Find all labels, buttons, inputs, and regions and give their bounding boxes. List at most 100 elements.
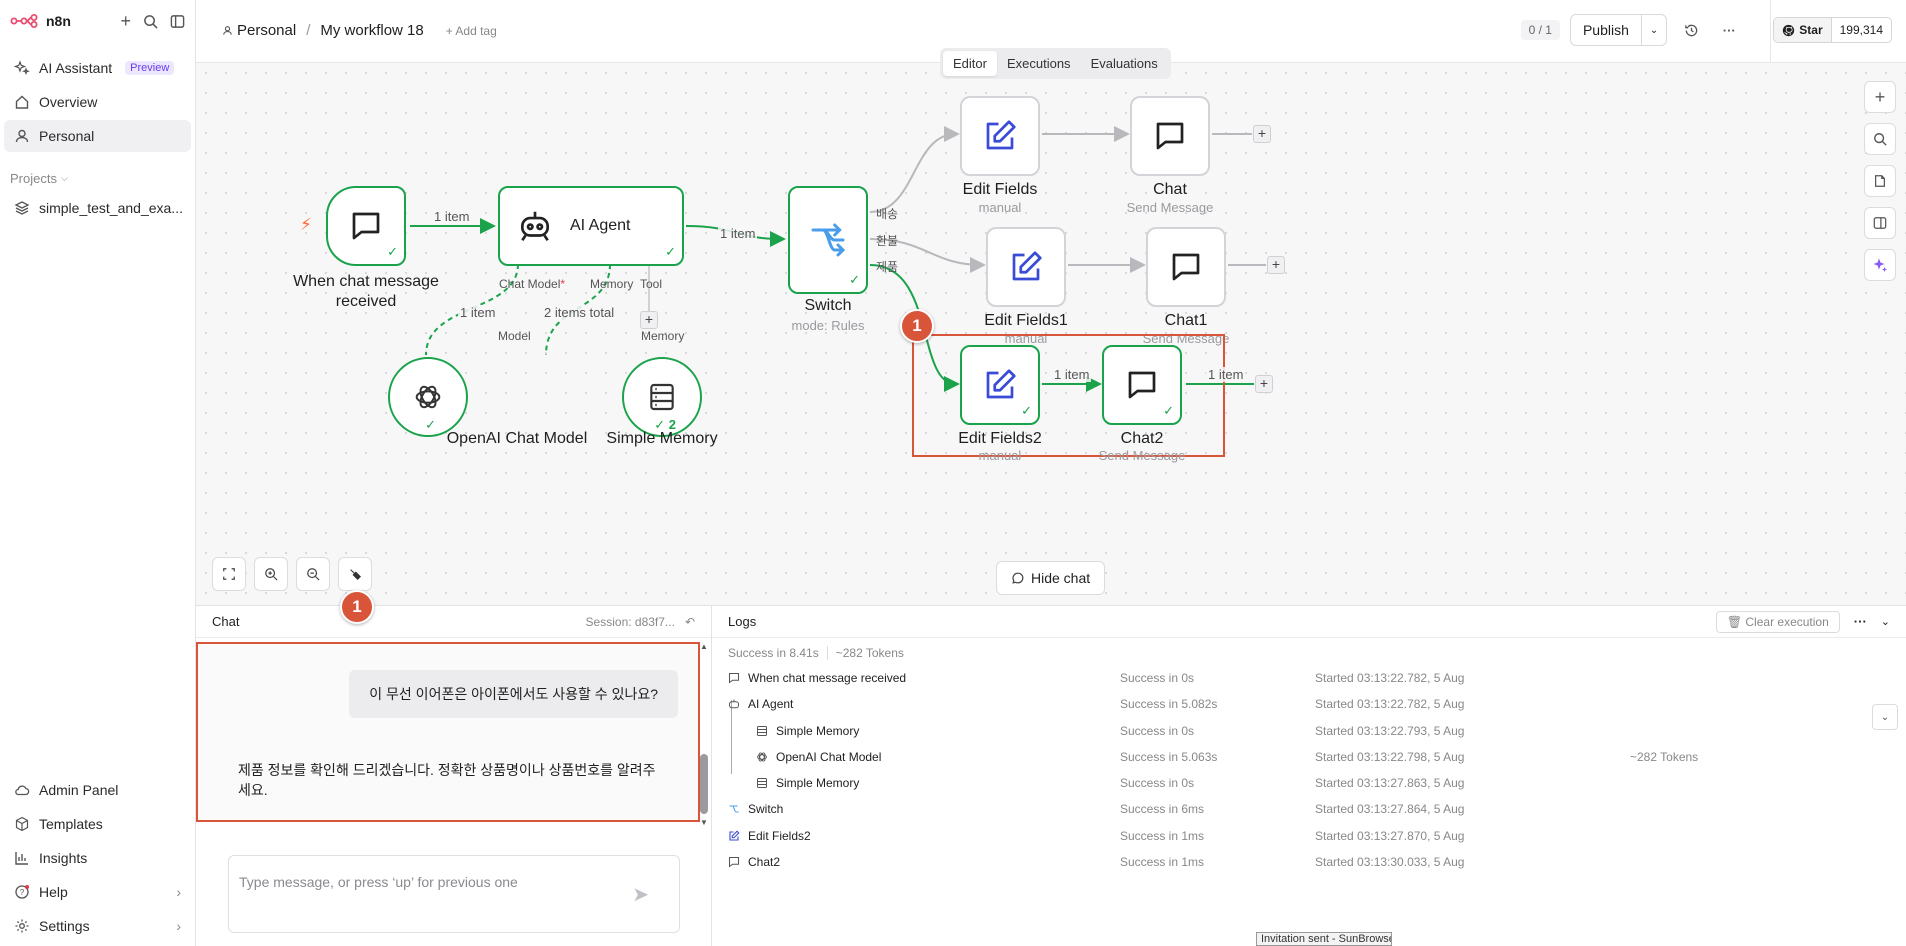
node-chat-trigger[interactable]: ✓ [326, 186, 406, 266]
add-tool-button[interactable]: + [640, 311, 658, 329]
log-row[interactable]: Edit Fields2 Success in 1ms Started 03:1… [712, 823, 1906, 849]
chat-bubble-icon [352, 212, 380, 240]
log-node-name: When chat message received [728, 671, 906, 685]
log-row-status: Success in 6ms [1120, 802, 1205, 816]
edge-label: 1 item [718, 226, 758, 241]
tidy-up-button[interactable] [338, 557, 372, 591]
chevron-right-icon: › [176, 884, 181, 900]
sidebar-item-admin-panel[interactable]: Admin Panel [4, 774, 191, 806]
sidebar-item-insights[interactable]: Insights [4, 842, 191, 874]
sidebar-item-project[interactable]: simple_test_and_exa... [4, 192, 191, 224]
search-nodes-tool[interactable] [1864, 123, 1896, 155]
broom-icon [350, 569, 361, 580]
session-id[interactable]: Session: d83f7... [586, 615, 675, 629]
node-edit-fields2[interactable]: ✓ [960, 345, 1040, 425]
workflow-name[interactable]: My workflow 18 [320, 22, 423, 39]
github-star-button[interactable]: Star [1774, 18, 1832, 42]
expand-row-button[interactable]: ⌄ [1872, 704, 1898, 730]
add-node-button[interactable]: + [1253, 125, 1271, 143]
node-chat[interactable] [1130, 96, 1210, 176]
add-icon[interactable]: + [120, 11, 131, 32]
openai-icon [757, 752, 767, 762]
clear-execution-button[interactable]: 🗑 Clear execution [1715, 610, 1840, 633]
log-row[interactable]: OpenAI Chat Model Success in 5.063s Star… [712, 744, 1906, 770]
node-sublabel: Send Message [1098, 448, 1186, 463]
log-node-name: Simple Memory [756, 724, 859, 738]
switch-output-label: 환불 [876, 234, 899, 248]
port-label-model: Model [498, 329, 531, 343]
node-simple-memory[interactable]: ✓ 2 [622, 357, 702, 437]
edit-icon [986, 120, 1016, 150]
publish-dropdown[interactable]: ⌄ [1640, 15, 1666, 45]
zoom-out-button[interactable] [296, 557, 330, 591]
view-tabs: Editor Executions Evaluations [940, 48, 1171, 79]
node-openai-chat-model[interactable]: ✓ [388, 357, 468, 437]
node-ai-agent[interactable]: AI Agent ✓ [498, 186, 684, 266]
zoom-in-button[interactable] [254, 557, 288, 591]
log-row[interactable]: When chat message received Success in 0s… [712, 665, 1906, 691]
node-switch[interactable]: ✓ [788, 186, 868, 294]
tab-evaluations[interactable]: Evaluations [1081, 51, 1168, 76]
projects-section-toggle[interactable]: Projects ⌵ [0, 166, 195, 190]
workflow-canvas[interactable]: ✓ ⚡ When chat message received AI Agent … [196, 63, 1906, 605]
ai-assistant-tool[interactable] [1864, 249, 1896, 281]
log-row-started: Started 03:13:22.793, 5 Aug [1315, 724, 1465, 738]
robot-icon [520, 211, 550, 241]
add-tag-button[interactable]: + Add tag [446, 24, 497, 38]
node-edit-fields[interactable] [960, 96, 1040, 176]
sidebar-item-label: Help [39, 884, 68, 900]
database-icon [757, 726, 767, 736]
add-node-button[interactable]: + [1267, 256, 1285, 274]
log-row-name: When chat message received [748, 671, 907, 685]
add-node-tool[interactable]: + [1864, 81, 1896, 113]
chat-bubble-icon [1012, 572, 1024, 584]
breadcrumb-separator: / [306, 22, 311, 39]
sidebar-item-templates[interactable]: Templates [4, 808, 191, 840]
publish-button[interactable]: Publish [1571, 15, 1641, 45]
log-row-name: Simple Memory [776, 776, 860, 790]
node-chat2[interactable]: ✓ [1102, 345, 1182, 425]
reset-session-icon[interactable]: ↶ [685, 615, 695, 629]
github-star-label: Star [1799, 23, 1823, 37]
tab-executions[interactable]: Executions [997, 51, 1081, 76]
log-row[interactable]: Chat2 Success in 1ms Started 03:13:30.03… [712, 849, 1906, 875]
breadcrumb-owner[interactable]: Personal [222, 22, 296, 39]
node-sublabel: Send Message [1126, 200, 1214, 215]
scrollbar-thumb[interactable] [700, 754, 708, 814]
tab-editor[interactable]: Editor [943, 51, 997, 76]
panel-toggle-tool[interactable] [1864, 207, 1896, 239]
node-edit-fields1[interactable] [986, 227, 1066, 307]
log-row[interactable]: Simple Memory Success in 0s Started 03:1… [712, 718, 1906, 744]
sticky-note-tool[interactable] [1864, 165, 1896, 197]
log-row[interactable]: Switch Success in 6ms Started 03:13:27.8… [712, 796, 1906, 822]
history-button[interactable] [1677, 16, 1705, 44]
canvas-side-tools: + [1864, 81, 1896, 281]
edit-icon [1012, 251, 1042, 281]
hide-chat-button[interactable]: Hide chat [996, 561, 1106, 595]
node-chat1[interactable] [1146, 227, 1226, 307]
node-sublabel: mode: Rules [791, 318, 865, 333]
more-options-button[interactable]: ··· [1715, 16, 1743, 44]
log-row[interactable]: AI Agent Success in 5.082s Started 03:13… [712, 691, 1906, 717]
projects-label: Projects [10, 170, 57, 186]
search-icon[interactable] [143, 14, 158, 29]
github-star-widget[interactable]: Star 199,314 [1773, 17, 1892, 43]
sidebar-item-settings[interactable]: Settings › [4, 910, 191, 942]
sidebar-item-help[interactable]: ? Help › [4, 876, 191, 908]
send-icon[interactable]: ➤ [632, 882, 649, 907]
collapse-sidebar-icon[interactable] [170, 14, 185, 29]
n8n-logo[interactable]: n8n [10, 13, 71, 29]
chevron-down-icon[interactable]: ⌄ [1881, 615, 1890, 628]
add-node-button[interactable]: + [1255, 375, 1273, 393]
log-row[interactable]: Simple Memory Success in 0s Started 03:1… [712, 770, 1906, 796]
sidebar-item-ai-assistant[interactable]: AI Assistant Preview [4, 52, 191, 84]
sidebar-item-overview[interactable]: Overview [4, 86, 191, 118]
chat-scrollbar[interactable]: ▲ ▼ [698, 642, 708, 827]
required-marker: * [560, 277, 566, 291]
more-icon[interactable]: ··· [1854, 614, 1867, 629]
sidebar-item-personal[interactable]: Personal [4, 120, 191, 152]
log-row-started: Started 03:13:27.864, 5 Aug [1315, 802, 1465, 816]
chat-input[interactable]: Type message, or press ‘up’ for previous… [228, 855, 680, 933]
fit-view-button[interactable] [212, 557, 246, 591]
port-label-memory: Memory [641, 329, 685, 343]
